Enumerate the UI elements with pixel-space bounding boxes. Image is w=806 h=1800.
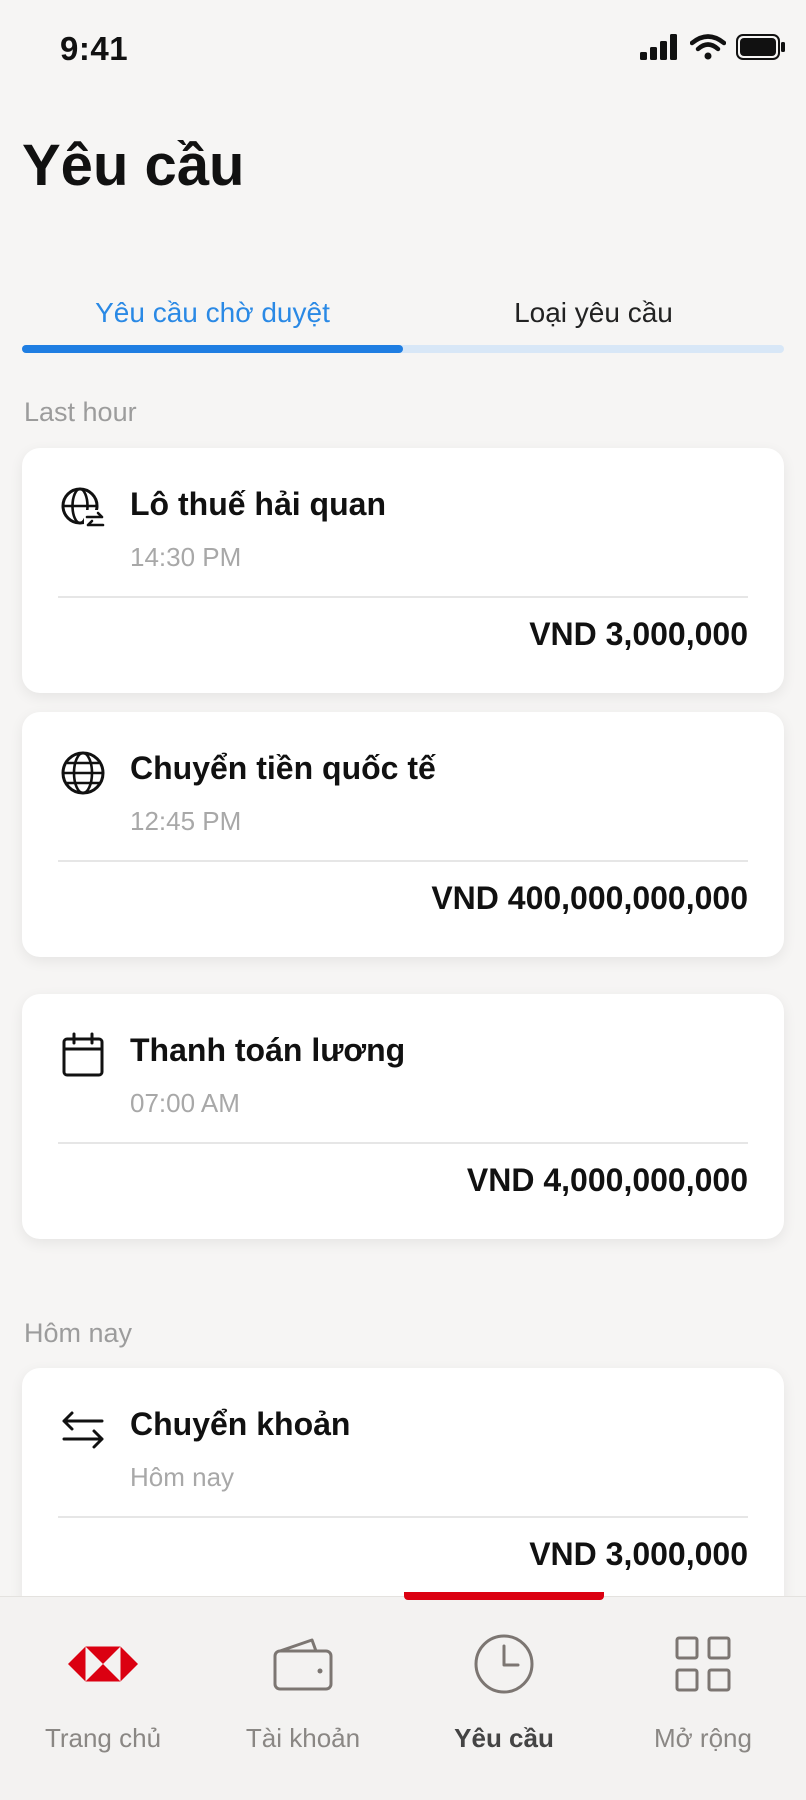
nav-label: Trang chủ [44, 1723, 162, 1753]
tab-bar: Yêu cầu chờ duyệt Loại yêu cầu [22, 285, 784, 355]
request-time: 07:00 AM [130, 1088, 240, 1118]
clock-icon [469, 1629, 539, 1699]
status-bar: 9:41 [0, 0, 806, 100]
request-card[interactable]: Chuyển tiền quốc tế 12:45 PM VND 400,000… [22, 712, 784, 957]
nav-label: Tài khoản [245, 1723, 361, 1753]
card-divider [58, 596, 748, 598]
grid-icon [668, 1629, 738, 1699]
wallet-icon [268, 1629, 338, 1699]
request-amount: VND 3,000,000 [529, 616, 748, 652]
request-title: Chuyển khoản [130, 1406, 351, 1442]
request-card[interactable]: Thanh toán lương 07:00 AM VND 4,000,000,… [22, 994, 784, 1239]
page-title: Yêu cầu [22, 133, 245, 198]
request-time: 12:45 PM [130, 806, 242, 836]
nav-label: Mở rộng [654, 1723, 752, 1753]
nav-item-home[interactable]: Trang chủ [3, 1597, 203, 1800]
status-time: 9:41 [60, 30, 129, 67]
request-title: Chuyển tiền quốc tế [130, 750, 436, 786]
request-title: Lô thuế hải quan [130, 486, 386, 522]
request-amount: VND 3,000,000 [529, 1536, 748, 1572]
globe-icon [61, 751, 105, 795]
battery-icon [736, 34, 785, 60]
request-amount: VND 4,000,000,000 [466, 1162, 748, 1198]
signal-icon [640, 34, 677, 60]
request-title: Thanh toán lương [130, 1032, 406, 1068]
request-card[interactable]: Chuyển khoản Hôm nay VND 3,000,000 [22, 1368, 784, 1628]
bottom-nav: Trang chủ Tài khoản Yêu cầu Mở rộng [0, 1592, 806, 1800]
section-label-last-hour: Last hour [24, 397, 137, 427]
request-amount: VND 400,000,000,000 [431, 880, 748, 916]
nav-item-requests[interactable]: Yêu cầu [404, 1597, 604, 1800]
nav-item-accounts[interactable]: Tài khoản [203, 1597, 403, 1800]
tab-active-indicator [22, 345, 403, 353]
card-divider [58, 860, 748, 862]
app-screen: 9:41 Yêu cầu Yêu cầu chờ duyệt Loại yêu … [0, 0, 806, 1800]
nav-item-more[interactable]: Mở rộng [603, 1597, 803, 1800]
request-time: 14:30 PM [130, 542, 242, 572]
request-time: Hôm nay [130, 1462, 235, 1492]
globe-exchange-icon [61, 487, 106, 532]
calendar-icon [62, 1032, 104, 1077]
card-divider [58, 1516, 748, 1518]
tab-request-types[interactable]: Loại yêu cầu [403, 285, 784, 341]
status-icons [640, 34, 786, 60]
card-divider [58, 1142, 748, 1144]
wifi-icon [690, 34, 726, 60]
transfer-arrows-icon [62, 1411, 104, 1449]
nav-label: Yêu cầu [454, 1723, 554, 1753]
section-label-today: Hôm nay [24, 1318, 133, 1348]
request-card[interactable]: Lô thuế hải quan 14:30 PM VND 3,000,000 [22, 448, 784, 693]
tab-pending-requests[interactable]: Yêu cầu chờ duyệt [22, 285, 403, 341]
bank-logo-icon [68, 1629, 138, 1699]
